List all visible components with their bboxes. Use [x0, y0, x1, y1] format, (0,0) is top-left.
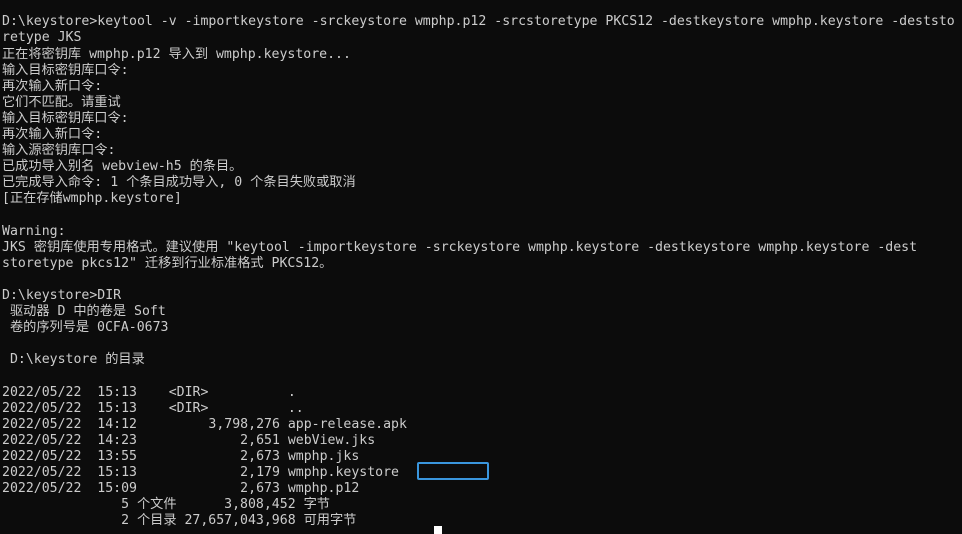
output-line: [正在存储wmphp.keystore]	[2, 191, 182, 206]
dir-listing-row: 2022/05/22 14:23 2,651 webView.jks	[2, 433, 376, 448]
dir-listing-row: 2022/05/22 15:13 <DIR> ..	[2, 401, 304, 416]
command-line: D:\keystore>keytool -v -importkeystore -…	[2, 14, 955, 29]
dir-listing-row: 2022/05/22 13:55 2,673 wmphp.jks	[2, 449, 360, 464]
selection-highlight	[417, 462, 489, 480]
command-line-wrap: retype JKS	[2, 30, 82, 45]
output-line: 卷的序列号是 0CFA-0673	[2, 320, 169, 335]
text-cursor	[434, 526, 442, 534]
output-line: 输入源密钥库口令:	[2, 143, 116, 158]
output-line: 它们不匹配。请重试	[2, 95, 121, 110]
output-line: 驱动器 D 中的卷是 Soft	[2, 304, 166, 319]
output-line: 再次输入新口令:	[2, 127, 103, 142]
directory-heading: D:\keystore 的目录	[2, 352, 145, 367]
output-line: 已完成导入命令: 1 个条目成功导入, 0 个条目失败或取消	[2, 175, 356, 190]
terminal-output[interactable]: D:\keystore>keytool -v -importkeystore -…	[0, 0, 962, 534]
dir-summary-files: 5 个文件 3,808,452 字节	[2, 497, 330, 512]
dir-listing-row: 2022/05/22 15:09 2,673 wmphp.p12	[2, 481, 360, 496]
warning-line: Warning:	[2, 224, 66, 239]
command-line: D:\keystore>DIR	[2, 288, 122, 303]
dir-listing-row: 2022/05/22 15:13 2,179 wmphp.keystore	[2, 465, 399, 480]
output-line: 正在将密钥库 wmphp.p12 导入到 wmphp.keystore...	[2, 47, 351, 62]
dir-listing-row: 2022/05/22 14:12 3,798,276 app-release.a…	[2, 417, 407, 432]
output-line: 输入目标密钥库口令:	[2, 63, 129, 78]
output-line: 再次输入新口令:	[2, 79, 103, 94]
warning-line: JKS 密钥库使用专用格式。建议使用 "keytool -importkeyst…	[2, 240, 918, 255]
dir-summary-dirs: 2 个目录 27,657,043,968 可用字节	[2, 513, 357, 528]
output-line: 输入目标密钥库口令:	[2, 111, 129, 126]
warning-line: storetype pkcs12" 迁移到行业标准格式 PKCS12。	[2, 256, 333, 271]
dir-listing-row: 2022/05/22 15:13 <DIR> .	[2, 385, 296, 400]
output-line: 已成功导入别名 webview-h5 的条目。	[2, 159, 243, 174]
